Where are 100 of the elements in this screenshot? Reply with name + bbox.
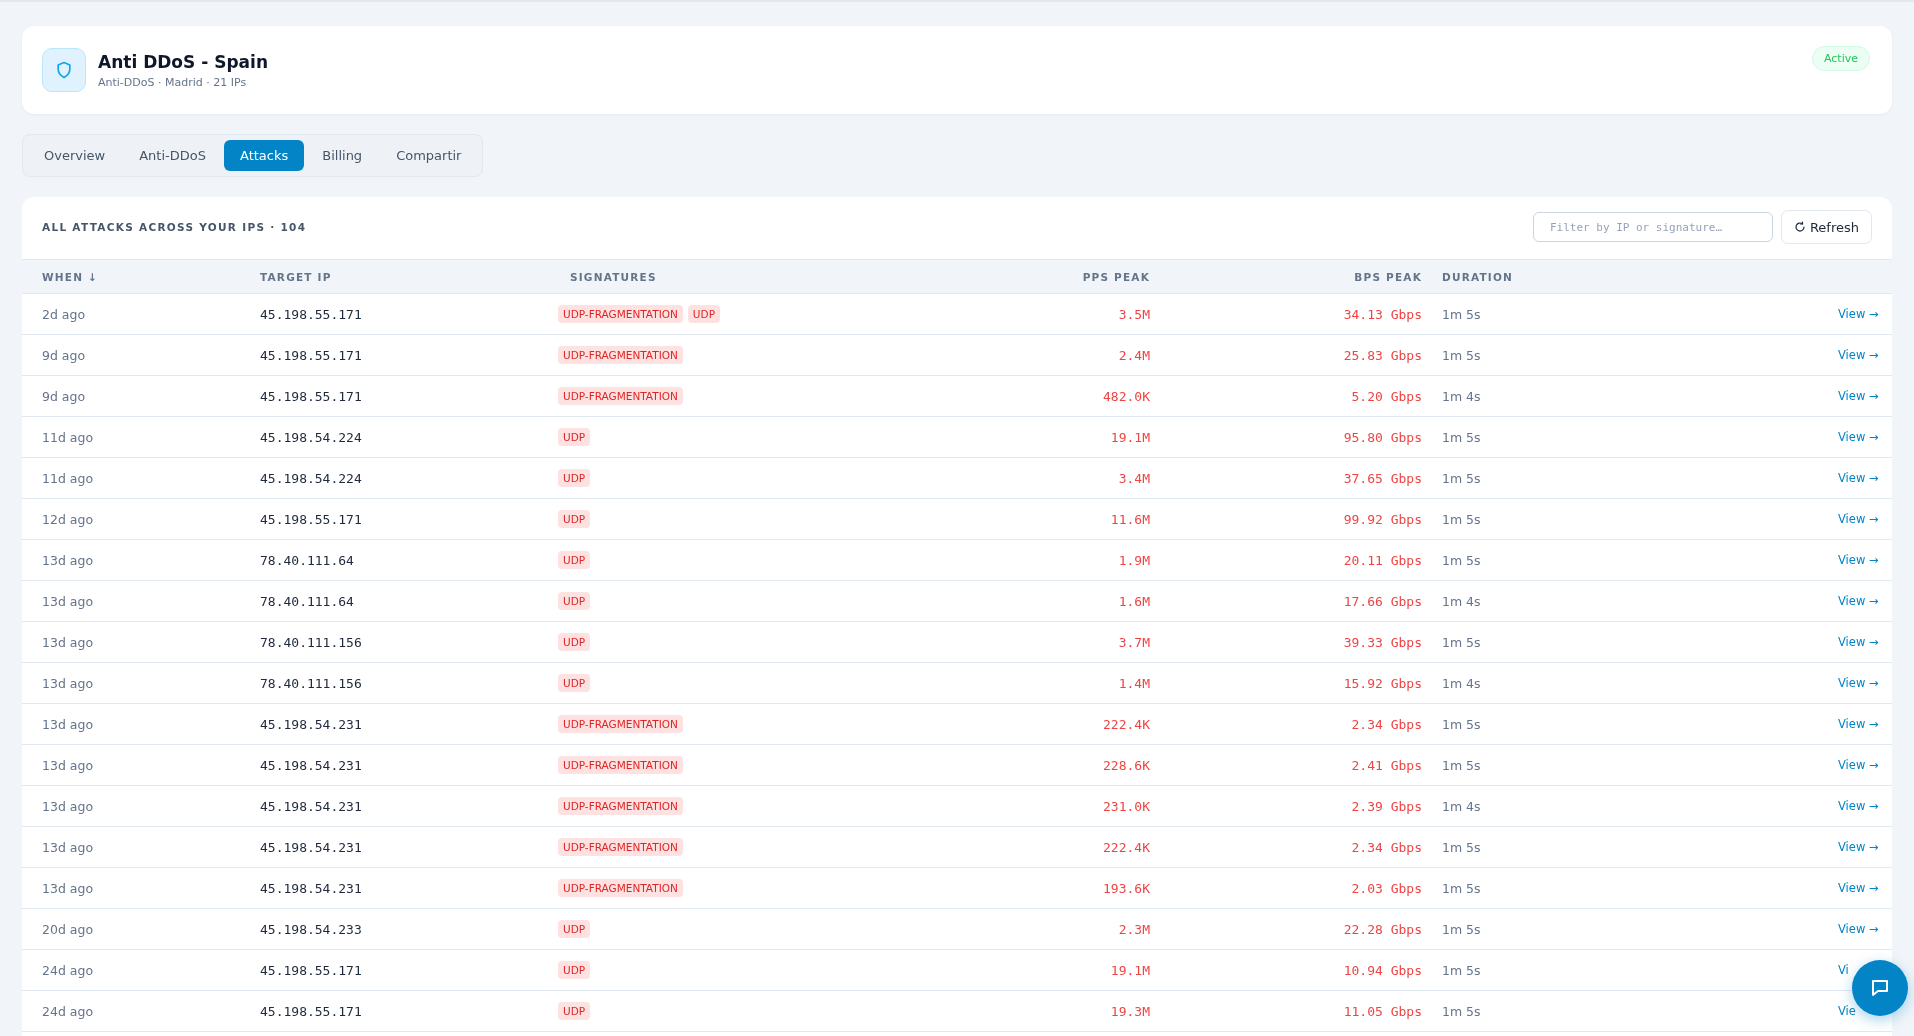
pps-cell: 2.4M [1118,347,1150,363]
bps-cell: 25.83 Gbps [1343,347,1422,363]
column-header: DURATION [1442,270,1514,283]
signature-tag: UDP [558,510,591,528]
service-title: Anti DDoS - Spain [98,51,269,72]
bps-cell: 34.13 Gbps [1343,306,1422,322]
view-link[interactable]: View → [1838,553,1879,567]
ip-cell: 45.198.54.231 [260,880,362,896]
ip-cell: 45.198.55.171 [260,347,362,363]
ip-cell: 45.198.54.231 [260,757,362,773]
view-link[interactable]: View → [1838,348,1879,362]
time-cell: 13d ago [42,716,94,732]
bps-cell: 37.65 Gbps [1343,470,1422,486]
time-cell: 13d ago [42,880,94,896]
pps-cell: 222.4K [1103,716,1150,732]
ip-cell: 45.198.55.171 [260,1003,362,1019]
bps-cell: 2.41 Gbps [1351,757,1422,773]
signature-tag: UDP [558,551,591,569]
view-link[interactable]: View → [1838,635,1879,649]
pps-cell: 231.0K [1103,798,1150,814]
view-link[interactable]: View → [1838,512,1879,526]
duration-cell: 1m 5s [1442,511,1481,527]
time-cell: 11d ago [42,470,94,486]
signature-tag: UDP [687,305,720,323]
bps-cell: 39.33 Gbps [1343,634,1422,650]
view-link[interactable]: View → [1838,389,1879,403]
time-cell: 24d ago [42,962,94,978]
ip-cell: 45.198.55.171 [260,511,362,527]
bps-cell: 20.11 Gbps [1343,552,1422,568]
signature-tag: UDP-FRAGMENTATION [558,346,683,364]
refresh-button[interactable]: Refresh [1780,210,1872,244]
time-cell: 13d ago [42,552,94,568]
bps-cell: 11.05 Gbps [1343,1003,1422,1019]
time-cell: 13d ago [42,798,94,814]
pps-cell: 193.6K [1103,880,1150,896]
view-link[interactable]: View → [1838,307,1879,321]
pps-cell: 2.3M [1118,921,1150,937]
signature-tag: UDP-FRAGMENTATION [558,715,683,733]
view-link[interactable]: View → [1838,922,1879,936]
pps-cell: 19.1M [1110,429,1150,445]
bps-cell: 17.66 Gbps [1343,593,1422,609]
time-cell: 13d ago [42,634,94,650]
view-link[interactable]: View → [1838,471,1879,485]
pps-cell: 3.7M [1118,634,1150,650]
status-badge: Active [1811,46,1870,71]
ip-cell: 78.40.111.156 [260,675,362,691]
tab[interactable]: Attacks [224,140,305,171]
duration-cell: 1m 5s [1442,716,1481,732]
signature-tag: UDP-FRAGMENTATION [558,756,683,774]
bps-cell: 22.28 Gbps [1343,921,1422,937]
time-cell: 24d ago [42,1003,94,1019]
signature-tag: UDP [558,633,591,651]
filter-field[interactable]: Filter by IP or signature… [1532,212,1773,242]
bps-cell: 2.03 Gbps [1351,880,1422,896]
view-link[interactable]: View → [1838,758,1879,772]
time-cell: 2d ago [42,306,86,322]
column-header[interactable]: WHEN ↓ [42,270,98,283]
bps-cell: 10.94 Gbps [1343,962,1422,978]
ip-cell: 45.198.55.171 [260,962,362,978]
column-header: SIGNATURES [570,270,657,283]
signature-tag: UDP [558,920,591,938]
ip-cell: 78.40.111.64 [260,552,354,568]
view-link[interactable]: View → [1838,430,1879,444]
column-header: PPS PEAK [1082,270,1150,283]
view-link[interactable]: View → [1838,881,1879,895]
signature-tag: UDP [558,592,591,610]
duration-cell: 1m 5s [1442,306,1481,322]
view-link[interactable]: View → [1838,799,1879,813]
duration-cell: 1m 5s [1442,880,1481,896]
view-link[interactable]: Vi [1838,963,1849,977]
signature-tag: UDP [558,961,591,979]
ip-cell: 45.198.55.171 [260,388,362,404]
view-link[interactable]: View → [1838,676,1879,690]
duration-cell: 1m 5s [1442,347,1481,363]
time-cell: 11d ago [42,429,94,445]
tab[interactable]: Anti-DDoS [123,140,222,171]
service-subtitle: Anti-DDoS · Madrid · 21 IPs [98,75,248,89]
time-cell: 13d ago [42,839,94,855]
duration-cell: 1m 5s [1442,634,1481,650]
view-link[interactable]: View → [1838,717,1879,731]
view-link[interactable]: View → [1838,840,1879,854]
shield-icon [42,48,86,92]
duration-cell: 1m 4s [1442,675,1481,691]
view-link[interactable]: View → [1838,594,1879,608]
tab[interactable]: Compartir [380,140,478,171]
ip-cell: 45.198.54.224 [260,429,362,445]
duration-cell: 1m 5s [1442,1003,1481,1019]
tab[interactable]: Billing [306,140,379,171]
view-link[interactable]: Vie [1838,1004,1856,1018]
ip-cell: 78.40.111.64 [260,593,354,609]
pps-cell: 3.5M [1118,306,1150,322]
tab[interactable]: Overview [28,140,122,171]
ip-cell: 45.198.54.231 [260,839,362,855]
bps-cell: 95.80 Gbps [1343,429,1422,445]
ip-cell: 45.198.54.233 [260,921,362,937]
bps-cell: 2.34 Gbps [1351,839,1422,855]
pps-cell: 1.9M [1118,552,1150,568]
signature-tag: UDP-FRAGMENTATION [558,797,683,815]
ip-cell: 78.40.111.156 [260,634,362,650]
signature-tag: UDP [558,469,591,487]
